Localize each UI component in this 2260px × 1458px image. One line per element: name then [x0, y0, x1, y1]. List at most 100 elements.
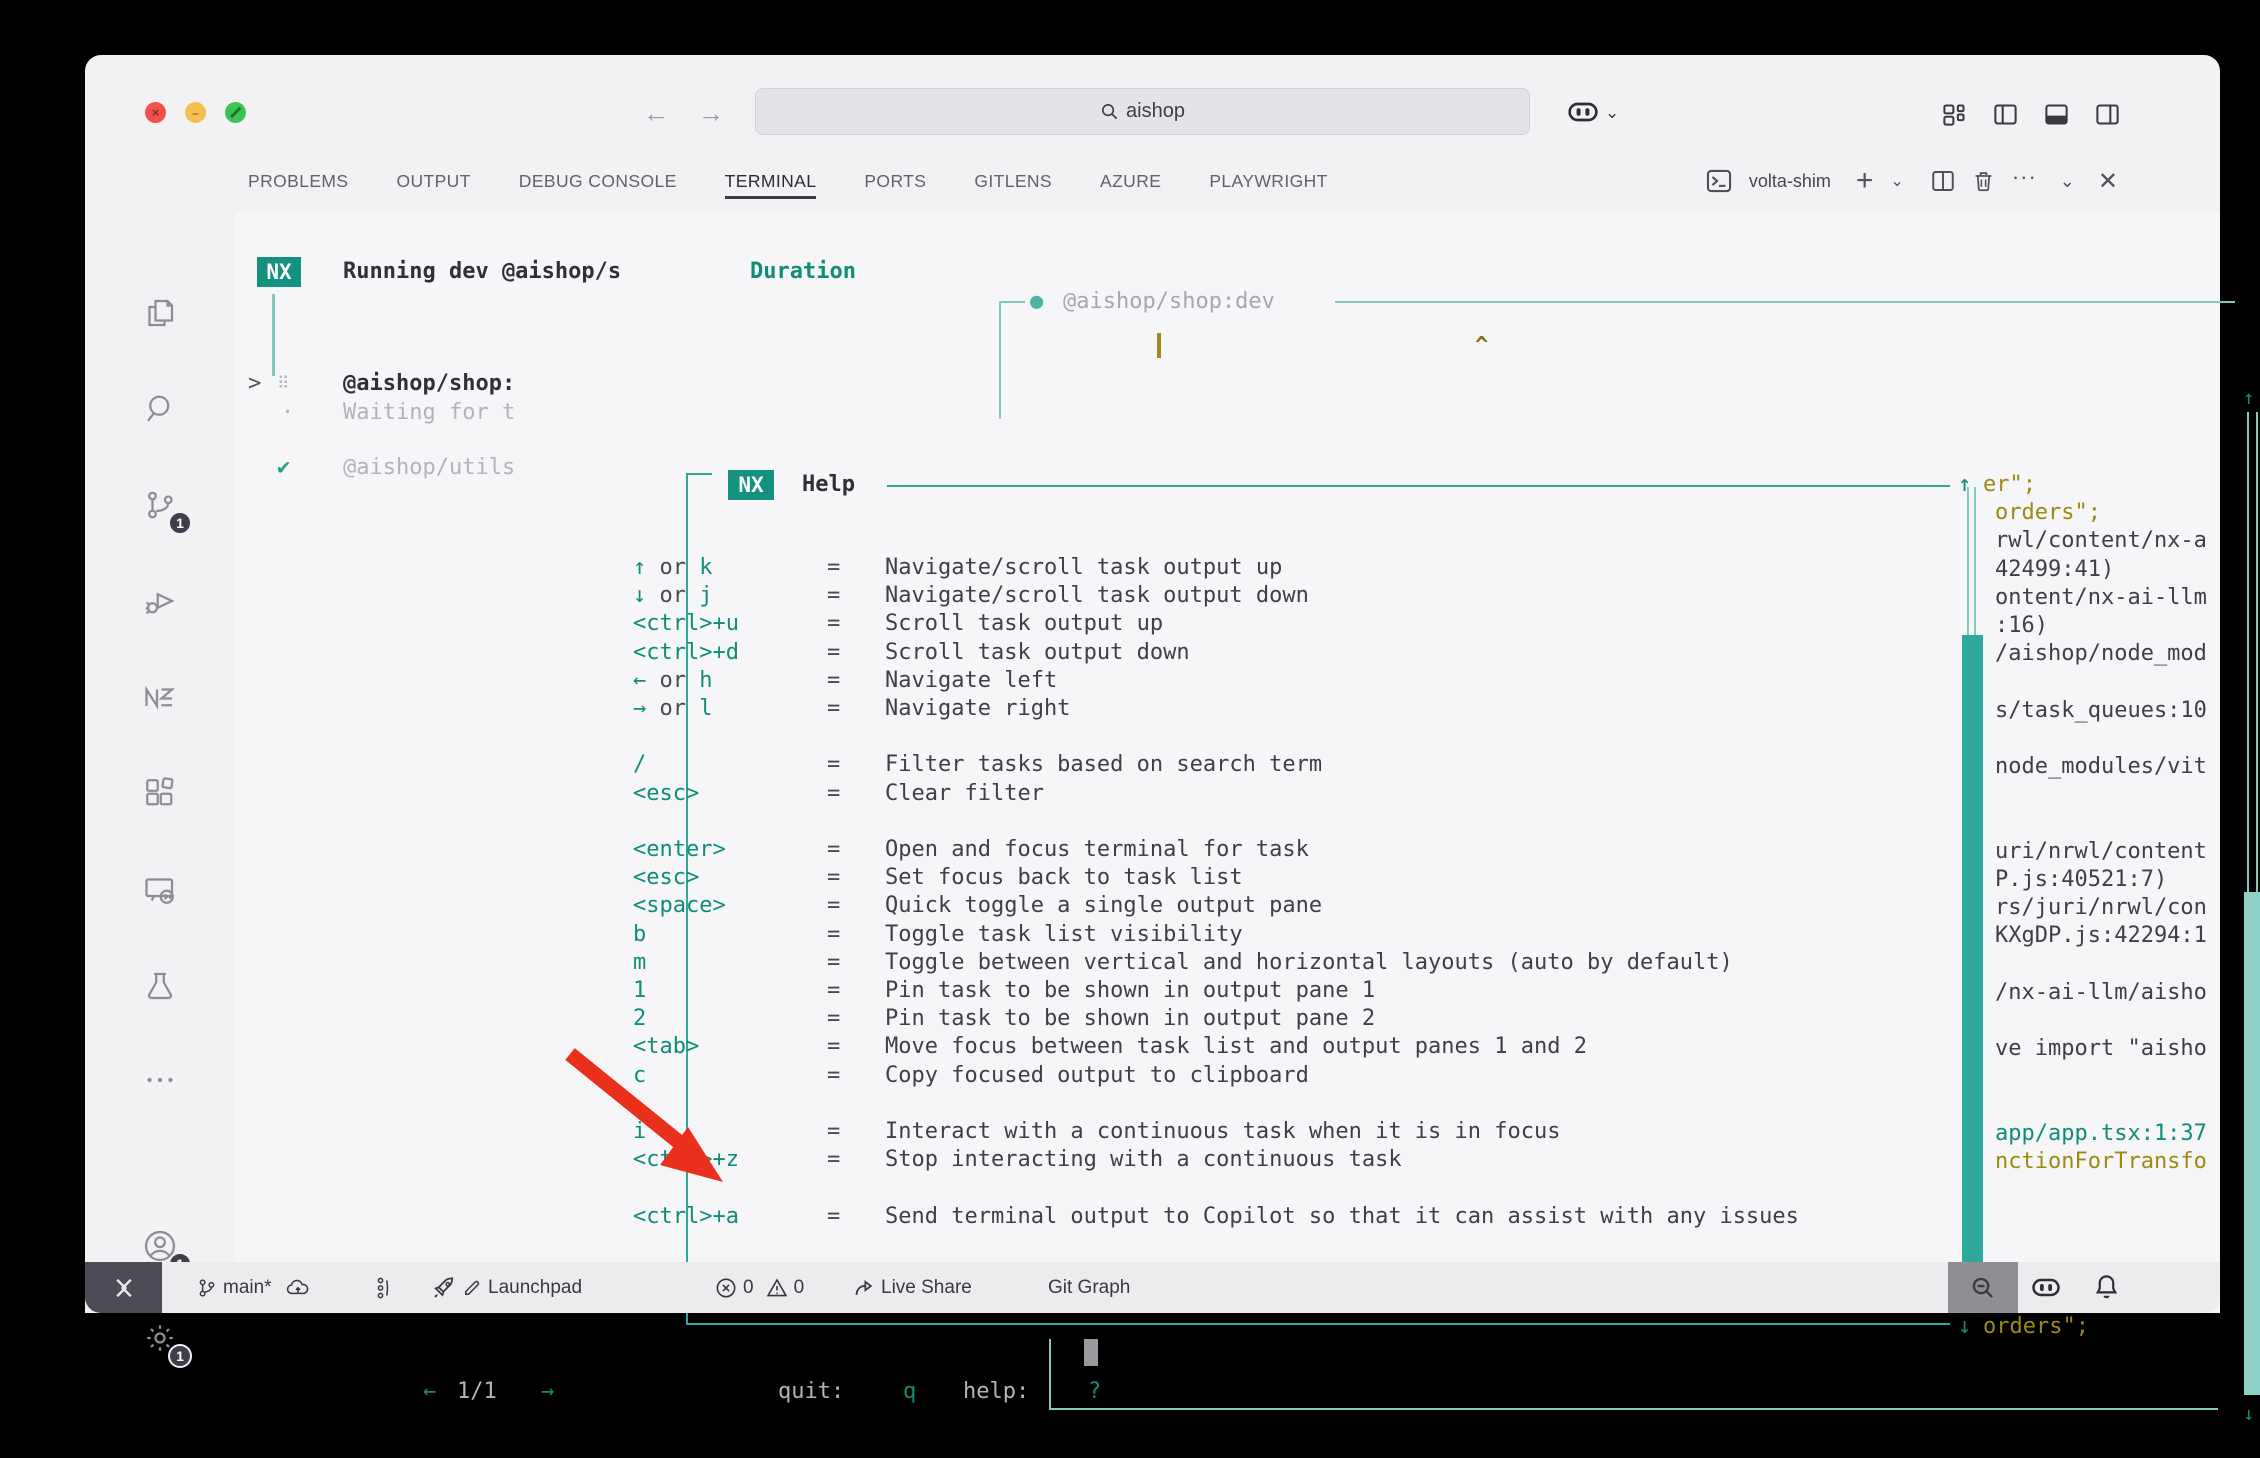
help-row-equals: =	[827, 639, 840, 667]
terminal-shell-label[interactable]: volta-shim	[1749, 171, 1831, 192]
launchpad-label: Launchpad	[488, 1277, 582, 1299]
terminal-picker-chevron-icon[interactable]: ⌄	[1890, 171, 1903, 191]
gitgraph-status-item[interactable]: Git Graph	[1048, 1262, 1130, 1313]
activity-remote-explorer-icon[interactable]	[135, 865, 185, 915]
task-waiting-text: Waiting for t	[343, 399, 515, 427]
zoom-status-button[interactable]	[1948, 1262, 2018, 1313]
task-row-label[interactable]: @aishop/shop:	[343, 370, 515, 398]
toggle-secondary-sidebar-icon[interactable]	[2094, 101, 2121, 128]
right-col-line: KXgDP.js:42294:1	[1995, 922, 2207, 950]
panel-tab-bar: PROBLEMS OUTPUT DEBUG CONSOLE TERMINAL PORTS…	[235, 150, 2220, 212]
output-pane-border-bottom	[1049, 1408, 2218, 1410]
help-row-equals: =	[827, 751, 840, 779]
scroll-down-indicator: ↓	[1958, 1313, 1971, 1341]
task-done-label[interactable]: @aishop/utils	[343, 454, 515, 482]
toggle-primary-sidebar-icon[interactable]	[1992, 101, 2019, 128]
liveshare-label: Live Share	[881, 1277, 972, 1299]
rocket-icon	[432, 1276, 456, 1300]
command-center-search[interactable]: aishop	[755, 88, 1530, 135]
activity-nx-console-icon[interactable]	[135, 672, 185, 722]
inner-scrollbar-thumb[interactable]	[1962, 635, 1983, 1310]
search-value: aishop	[1126, 100, 1185, 123]
minimize-icon: –	[192, 106, 199, 120]
help-dialog-border-bottom	[686, 1323, 1950, 1325]
help-row-key: /	[633, 751, 646, 779]
source-control-status-item[interactable]	[373, 1262, 393, 1313]
help-row-description: Stop interacting with a continuous task	[885, 1146, 1402, 1174]
tab-debug-console[interactable]: DEBUG CONSOLE	[519, 154, 677, 209]
right-col-line: s/task_queues:10	[1995, 697, 2207, 725]
remote-icon	[113, 1277, 135, 1299]
sync-cloud-icon	[286, 1277, 310, 1299]
navigate-forward-button[interactable]: →	[698, 98, 724, 129]
git-commits-icon	[373, 1276, 393, 1300]
kill-terminal-icon[interactable]	[1972, 169, 1995, 193]
problems-status-item[interactable]: 0 0	[715, 1262, 804, 1313]
tab-terminal[interactable]: TERMINAL	[725, 154, 817, 209]
help-row-key: i	[633, 1118, 646, 1146]
customize-layout-icon[interactable]	[1941, 101, 1968, 128]
tab-output[interactable]: OUTPUT	[396, 154, 470, 209]
activity-testing-icon[interactable]	[135, 961, 185, 1011]
help-row-description: Scroll task output down	[885, 639, 1190, 667]
help-row-description: Navigate/scroll task output down	[885, 582, 1309, 610]
activity-extensions-icon[interactable]	[135, 768, 185, 818]
tab-gitlens[interactable]: GITLENS	[974, 154, 1052, 209]
split-terminal-icon[interactable]	[1931, 169, 1955, 193]
help-row-description: Navigate/scroll task output up	[885, 554, 1282, 582]
launchpad-status-item[interactable]: Launchpad	[432, 1262, 582, 1313]
task-success-check-icon: ✔	[277, 454, 290, 482]
help-row-equals: =	[827, 1062, 840, 1090]
help-row-key: ↓ or j	[633, 582, 712, 610]
remote-indicator-button[interactable]	[85, 1262, 162, 1313]
activity-badge: 1	[168, 1344, 192, 1368]
right-col-line: er";	[1983, 471, 2036, 499]
outer-scrollbar-track[interactable]	[2247, 412, 2258, 892]
activity-settings-icon[interactable]: 1	[135, 1313, 185, 1363]
liveshare-icon	[853, 1277, 875, 1299]
tab-problems[interactable]: PROBLEMS	[248, 154, 348, 209]
errors-count: 0	[743, 1277, 754, 1299]
copilot-status-icon[interactable]	[2031, 1275, 2061, 1300]
tab-playwright[interactable]: PLAYWRIGHT	[1209, 154, 1327, 209]
notifications-bell-icon[interactable]	[2093, 1273, 2120, 1300]
activity-source-control-icon[interactable]: 1	[135, 480, 185, 530]
toggle-panel-icon[interactable]	[2043, 101, 2070, 128]
activity-search-icon[interactable]	[135, 383, 185, 433]
zoom-window-button[interactable]	[225, 102, 246, 123]
vscode-window: × – ← → aishop ⌄ 111 PROBLEMSOUTPUTDEBUG…	[85, 55, 2220, 1313]
outer-scrollbar-thumb[interactable]	[2244, 892, 2260, 1395]
output-pane-header: @aishop/shop:dev	[1063, 288, 1275, 316]
output-caret: ^	[1475, 332, 1488, 360]
navigate-back-button[interactable]: ←	[643, 98, 669, 129]
pager-right-arrow[interactable]: →	[541, 1378, 554, 1406]
help-row-description: Set focus back to task list	[885, 864, 1243, 892]
new-terminal-icon[interactable]: +	[1856, 164, 1874, 198]
help-row-equals: =	[827, 667, 840, 695]
more-actions-icon[interactable]: ···	[2012, 164, 2037, 190]
help-hint-key: ?	[1088, 1378, 1101, 1406]
tab-azure[interactable]: AZURE	[1100, 154, 1161, 209]
activity-files-icon[interactable]	[135, 288, 185, 338]
terminal-instance-icon	[1706, 168, 1732, 194]
close-window-button[interactable]: ×	[145, 102, 166, 123]
edit-pen-icon	[462, 1278, 482, 1298]
copilot-menu-chevron[interactable]: ⌄	[1605, 103, 1619, 123]
zoom-out-icon	[1970, 1275, 1996, 1301]
terminal-content[interactable]: NX Running dev @aishop/s Duration > ⠿ @a…	[235, 212, 2220, 1313]
copilot-icon[interactable]	[1567, 99, 1599, 125]
outer-scroll-down-arrow[interactable]: ↓	[2243, 1400, 2254, 1428]
liveshare-status-item[interactable]: Live Share	[853, 1262, 972, 1313]
help-row-equals: =	[827, 780, 840, 808]
panel-chevron-icon[interactable]: ⌄	[2060, 171, 2075, 192]
activity-run-debug-icon[interactable]	[135, 576, 185, 626]
close-panel-icon[interactable]: ✕	[2098, 167, 2118, 196]
tab-ports[interactable]: PORTS	[864, 154, 926, 209]
right-col-line: rwl/content/nx-a	[1995, 527, 2207, 555]
activity-more-icon[interactable]	[135, 1055, 185, 1105]
outer-scroll-up-arrow[interactable]: ↑	[2243, 384, 2254, 412]
pager-left-arrow[interactable]: ←	[423, 1378, 436, 1406]
branch-status-item[interactable]: main*	[197, 1262, 310, 1313]
minimize-window-button[interactable]: –	[185, 102, 206, 123]
help-row-equals: =	[827, 892, 840, 920]
